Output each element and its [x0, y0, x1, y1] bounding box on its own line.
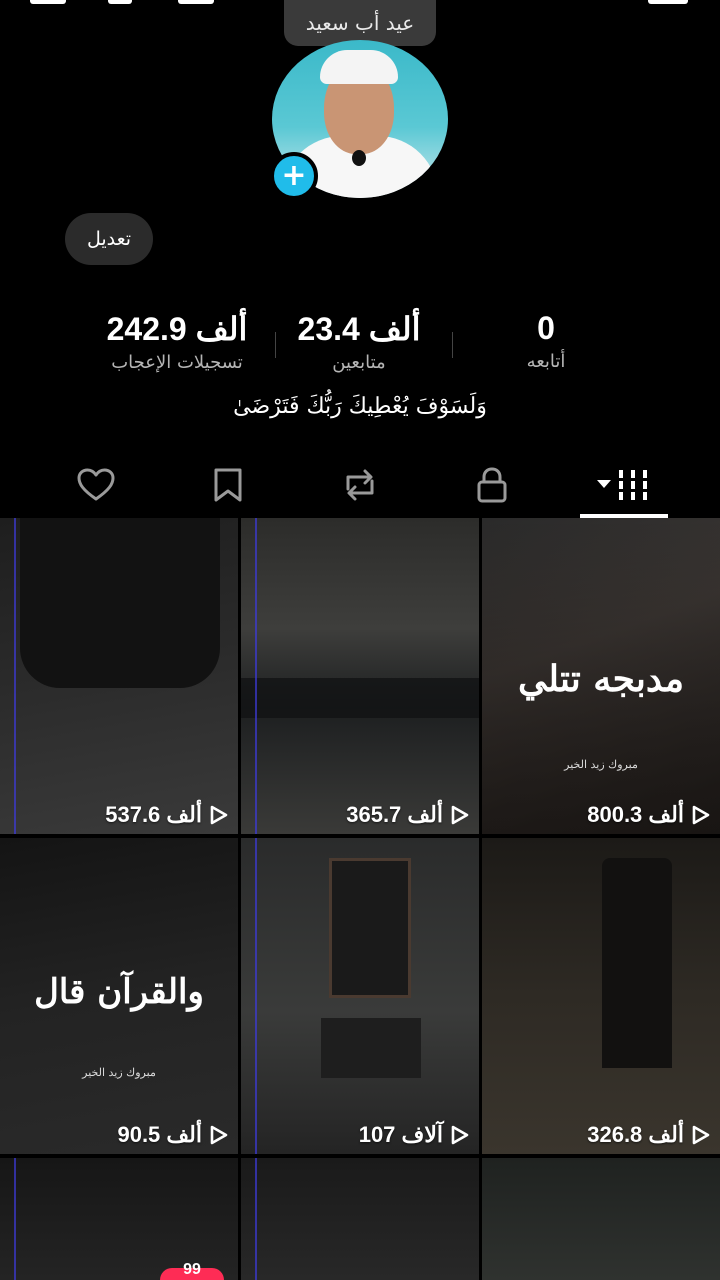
video-caption: مبروك زيد الخير	[564, 758, 638, 771]
divider	[452, 332, 453, 358]
heart-icon	[77, 468, 115, 501]
video-grid: مدبجه تتلي مبروك زيد الخير 800.3 ألف 365…	[0, 518, 720, 1280]
play-icon	[451, 1125, 469, 1145]
view-count-text: 90.5 ألف	[117, 1122, 202, 1147]
tab-videos[interactable]	[580, 452, 668, 518]
repost-icon	[346, 469, 374, 501]
video-thumbnail[interactable]: 365.7 ألف	[241, 518, 479, 834]
video-thumbnail[interactable]: 537.6 ألف	[0, 518, 238, 834]
play-icon	[692, 1125, 710, 1145]
stat-likes[interactable]: 242.9 ألف تسجيلات الإعجاب	[88, 310, 266, 373]
bio: وَلَسَوْفَ يُعْطِيكَ رَبُّكَ فَتَرْضَىٰ	[233, 394, 487, 419]
video-title: مدبجه تتلي	[517, 658, 685, 700]
view-count-text: 107 آلاف	[358, 1122, 443, 1147]
view-count: 107 آلاف	[359, 1122, 469, 1148]
play-icon	[210, 1125, 228, 1145]
view-count: 90.5 ألف	[117, 1122, 228, 1148]
tab-liked[interactable]	[52, 452, 140, 518]
plus-icon: +	[281, 158, 307, 193]
display-name: عيد أب سعيد	[305, 11, 415, 35]
video-caption: مبروك زيد الخير	[82, 1066, 156, 1079]
notification-badge-count: 99	[183, 1261, 201, 1278]
add-story-button[interactable]: +	[270, 152, 318, 200]
lock-icon	[477, 467, 507, 503]
view-count-text: 800.3 ألف	[587, 802, 684, 827]
videos-grid-icon	[597, 470, 647, 500]
view-count: 365.7 ألف	[346, 802, 469, 828]
video-title: والقرآن قال	[34, 972, 204, 1012]
video-thumbnail[interactable]: 326.8 ألف	[482, 838, 720, 1154]
tab-saved[interactable]	[184, 452, 272, 518]
camera-icon[interactable]	[178, 0, 214, 4]
settings-icon[interactable]	[648, 0, 688, 4]
following-count: 0	[537, 310, 555, 346]
likes-count: 242.9 ألف	[106, 311, 248, 347]
tab-reposts[interactable]	[316, 452, 404, 518]
video-thumbnail[interactable]: 107 آلاف	[241, 838, 479, 1154]
stat-followers[interactable]: 23.4 ألف متابعين	[282, 310, 436, 373]
bookmark-icon	[214, 468, 242, 502]
video-thumbnail[interactable]	[482, 1158, 720, 1280]
play-icon	[692, 805, 710, 825]
play-icon	[210, 805, 228, 825]
view-count-text: 537.6 ألف	[105, 802, 202, 827]
followers-count: 23.4 ألف	[297, 311, 421, 347]
edit-label: تعديل	[86, 228, 132, 250]
likes-label: تسجيلات الإعجاب	[111, 352, 243, 373]
view-count-text: 365.7 ألف	[346, 802, 443, 827]
tab-private[interactable]	[448, 452, 536, 518]
play-icon	[451, 805, 469, 825]
profile-tabs	[0, 452, 720, 518]
notification-badge[interactable]: 99	[160, 1261, 224, 1280]
view-count-text: 326.8 ألف	[587, 1122, 684, 1147]
video-thumbnail[interactable]: والقرآن قال مبروك زيد الخير 90.5 ألف	[0, 838, 238, 1154]
view-count: 800.3 ألف	[587, 802, 710, 828]
video-thumbnail[interactable]	[241, 1158, 479, 1280]
menu-icon[interactable]	[30, 0, 66, 4]
view-count: 326.8 ألف	[587, 1122, 710, 1148]
following-label: أتابعه	[526, 351, 566, 372]
view-count: 537.6 ألف	[105, 802, 228, 828]
divider	[275, 332, 276, 358]
followers-label: متابعين	[332, 352, 386, 373]
video-thumbnail[interactable]: مدبجه تتلي مبروك زيد الخير 800.3 ألف	[482, 518, 720, 834]
edit-profile-button[interactable]: تعديل	[65, 213, 153, 265]
stat-following[interactable]: 0 أتابعه	[496, 310, 596, 372]
share-icon[interactable]	[108, 0, 132, 4]
